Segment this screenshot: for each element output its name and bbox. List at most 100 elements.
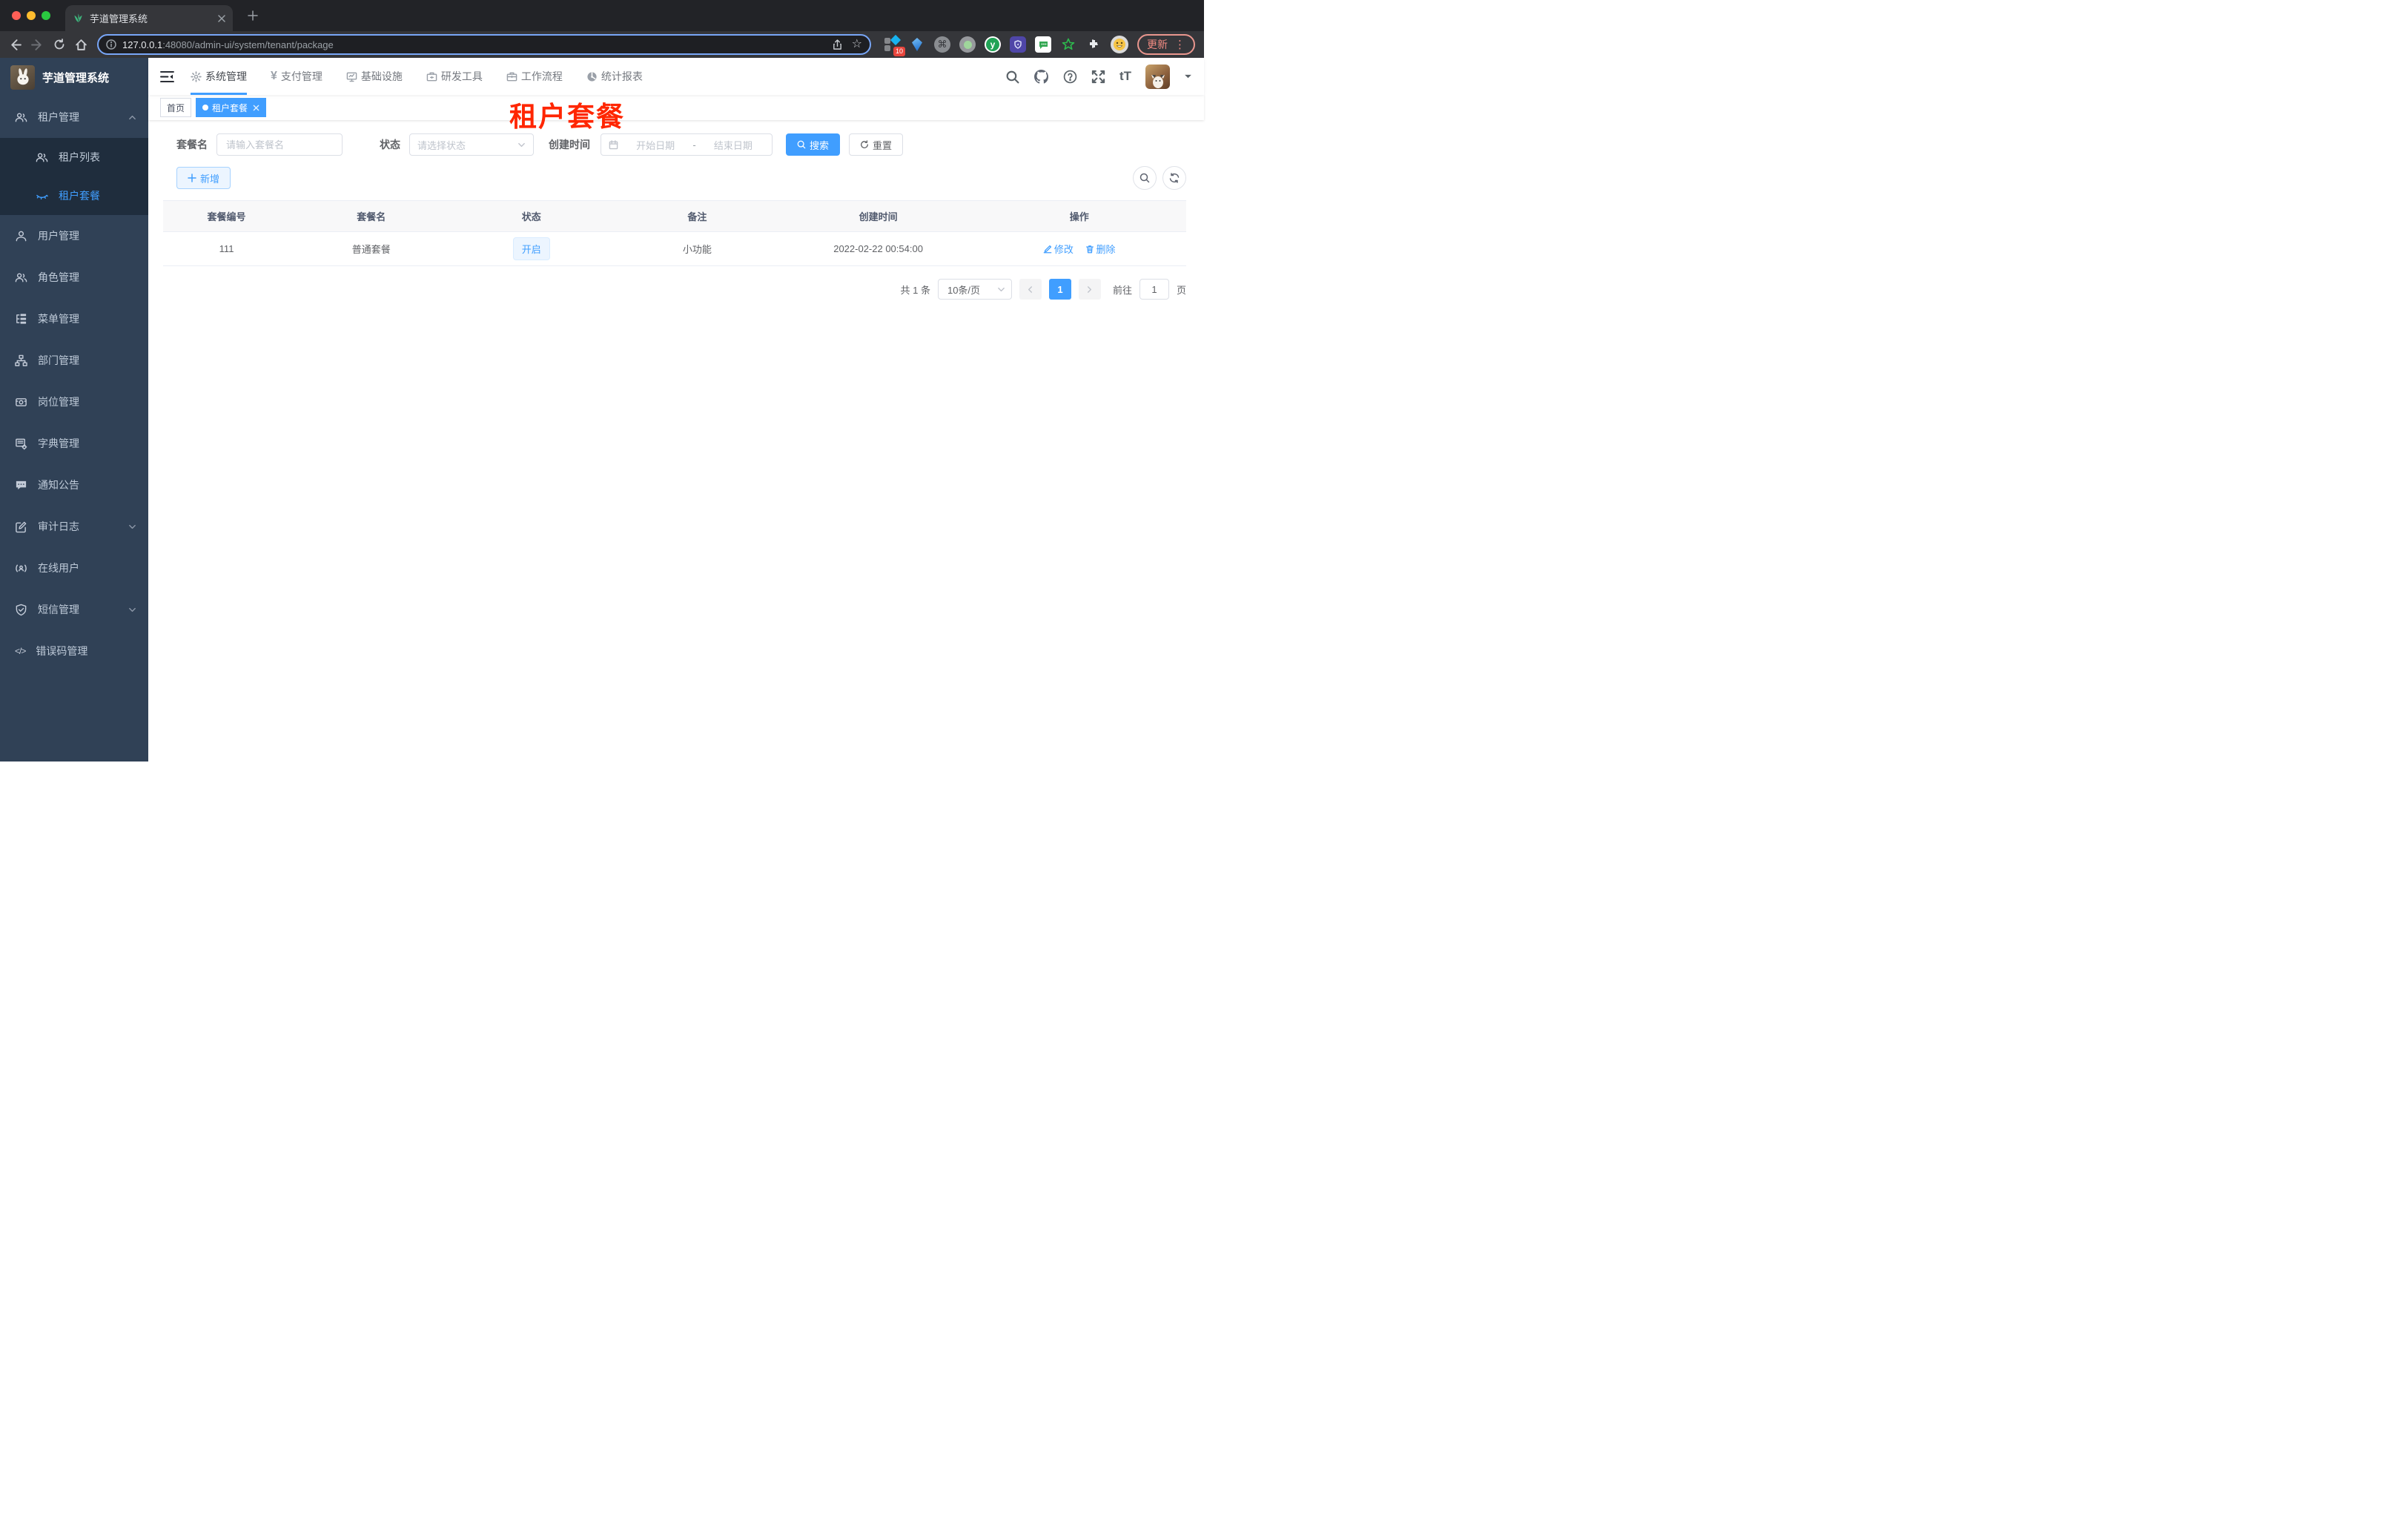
sidebar-item-dict-management[interactable]: 字典管理 — [0, 423, 148, 464]
search-button[interactable]: 搜索 — [786, 133, 841, 156]
date-range-picker[interactable]: 开始日期 - 结束日期 — [601, 133, 773, 156]
extension-grid-icon[interactable]: 10 — [884, 34, 905, 56]
sidebar-item-menu-management[interactable]: 菜单管理 — [0, 298, 148, 340]
dashboard-icon — [587, 71, 597, 82]
profile-avatar-icon[interactable] — [1111, 36, 1128, 53]
topnav-workflow[interactable]: 工作流程 — [506, 58, 563, 95]
sidebar-item-tenant-management[interactable]: 租户管理 — [0, 96, 148, 138]
new-tab-button[interactable] — [245, 7, 261, 24]
extension-command-icon[interactable]: ⌘ — [934, 36, 950, 53]
tab-close-icon[interactable] — [218, 14, 225, 22]
shield-check-icon — [16, 604, 27, 615]
github-icon[interactable] — [1033, 69, 1049, 85]
sidebar-item-online-users[interactable]: 在线用户 — [0, 547, 148, 589]
user-avatar[interactable] — [1145, 64, 1170, 89]
page-size-select[interactable]: 10条/页 — [937, 279, 1012, 300]
url-host: 127.0.0.1 — [122, 39, 163, 50]
forward-icon[interactable] — [31, 39, 44, 51]
sidebar-item-sms-management[interactable]: 短信管理 — [0, 589, 148, 630]
traffic-lights — [12, 11, 50, 20]
bookmark-star-icon[interactable]: ☆ — [852, 39, 862, 50]
font-size-icon[interactable]: tT — [1119, 69, 1131, 84]
edit-link[interactable]: 修改 — [1043, 242, 1074, 256]
topnav-report[interactable]: 统计报表 — [586, 58, 643, 95]
address-bar[interactable]: 127.0.0.1:48080/admin-ui/system/tenant/p… — [97, 34, 871, 55]
sidebar-item-audit-log[interactable]: 审计日志 — [0, 506, 148, 547]
sidebar-item-dept-management[interactable]: 部门管理 — [0, 340, 148, 381]
sidebar-logo[interactable]: 芋道管理系统 — [0, 58, 148, 96]
table-row: 111 普通套餐 开启 小功能 2022-02-22 00:54:00 修改 删… — [163, 232, 1186, 266]
share-icon[interactable] — [832, 39, 843, 50]
delete-link[interactable]: 删除 — [1085, 242, 1116, 256]
goto-prefix: 前往 — [1112, 284, 1132, 296]
refresh-icon — [1169, 173, 1180, 183]
browser-menu-icon[interactable]: ⋮ — [1174, 38, 1185, 51]
tab-strip: 芋道管理系统 — [0, 0, 1204, 31]
trash-icon — [1085, 245, 1094, 253]
prev-page-button[interactable] — [1019, 279, 1042, 300]
package-name-input[interactable] — [216, 133, 343, 156]
maximize-window-button[interactable] — [42, 11, 50, 20]
topnav-label: 系统管理 — [205, 70, 247, 82]
sidebar-item-tenant-package[interactable]: 租户套餐 — [0, 176, 148, 215]
site-info-icon[interactable] — [106, 39, 116, 50]
tag-close-icon[interactable] — [253, 105, 259, 111]
favicon-plant-icon — [74, 13, 82, 23]
sidebar-item-role-management[interactable]: 角色管理 — [0, 257, 148, 298]
extension-chat-icon[interactable] — [1035, 36, 1051, 53]
home-icon[interactable] — [75, 39, 87, 51]
next-page-button[interactable] — [1078, 279, 1101, 300]
topnav-system[interactable]: 系统管理 — [191, 58, 247, 95]
header-create-time: 创建时间 — [859, 211, 898, 222]
tag-tenant-package[interactable]: 租户套餐 — [196, 98, 267, 117]
code-icon: </> — [15, 646, 26, 656]
sidebar-item-notice[interactable]: 通知公告 — [0, 464, 148, 506]
header-package-id: 套餐编号 — [207, 211, 246, 222]
minimize-window-button[interactable] — [27, 11, 36, 20]
toggle-search-button[interactable] — [1133, 166, 1157, 190]
delete-link-label: 删除 — [1096, 244, 1116, 255]
topnav-infrastructure[interactable]: 基础设施 — [346, 58, 403, 95]
chat-dots-icon — [16, 480, 27, 489]
url-text: 127.0.0.1:48080/admin-ui/system/tenant/p… — [122, 39, 826, 50]
menu-fold-icon[interactable] — [160, 70, 174, 83]
sidebar-item-user-management[interactable]: 用户管理 — [0, 215, 148, 257]
header-remark: 备注 — [687, 211, 707, 222]
status-badge[interactable]: 开启 — [512, 237, 550, 260]
cell-package-id: 111 — [219, 243, 234, 254]
extension-gem-icon[interactable] — [909, 36, 925, 53]
help-icon[interactable] — [1063, 70, 1077, 84]
reload-icon[interactable] — [53, 39, 65, 50]
refresh-table-button[interactable] — [1162, 166, 1186, 190]
status-select[interactable]: 请选择状态 — [409, 133, 534, 156]
extension-star-icon[interactable] — [1060, 36, 1076, 53]
extensions-puzzle-icon[interactable] — [1085, 36, 1102, 53]
sidebar-item-label: 租户管理 — [38, 111, 79, 123]
back-icon[interactable] — [9, 39, 22, 51]
start-date-placeholder: 开始日期 — [636, 139, 675, 151]
search-icon[interactable] — [1005, 70, 1019, 84]
topnav-devtools[interactable]: 研发工具 — [426, 58, 483, 95]
close-window-button[interactable] — [12, 11, 21, 20]
status-label: 状态 — [380, 139, 400, 151]
toolbox-icon — [426, 72, 437, 81]
extension-shield-icon[interactable] — [1010, 36, 1026, 53]
sidebar-item-errorcode-management[interactable]: </> 错误码管理 — [0, 630, 148, 672]
fullscreen-icon[interactable] — [1091, 70, 1105, 84]
add-button[interactable]: 新增 — [176, 167, 231, 189]
extension-y-icon[interactable]: y — [985, 36, 1001, 53]
current-page-button[interactable]: 1 — [1048, 279, 1071, 300]
avatar-caret-icon[interactable] — [1184, 74, 1192, 79]
browser-update-button[interactable]: 更新 ⋮ — [1137, 34, 1195, 55]
goto-page-input[interactable] — [1139, 279, 1169, 300]
tag-home[interactable]: 首页 — [160, 98, 192, 117]
package-name-label: 套餐名 — [176, 139, 208, 151]
topnav-payment[interactable]: ¥ 支付管理 — [271, 58, 322, 95]
browser-tab[interactable]: 芋道管理系统 — [65, 5, 233, 31]
sidebar-item-tenant-list[interactable]: 租户列表 — [0, 138, 148, 176]
edit-log-icon — [16, 521, 27, 532]
chevron-left-icon — [1028, 285, 1033, 293]
sidebar-item-post-management[interactable]: 岗位管理 — [0, 381, 148, 423]
reset-button[interactable]: 重置 — [849, 133, 904, 156]
extension-dot-icon[interactable] — [959, 36, 976, 53]
